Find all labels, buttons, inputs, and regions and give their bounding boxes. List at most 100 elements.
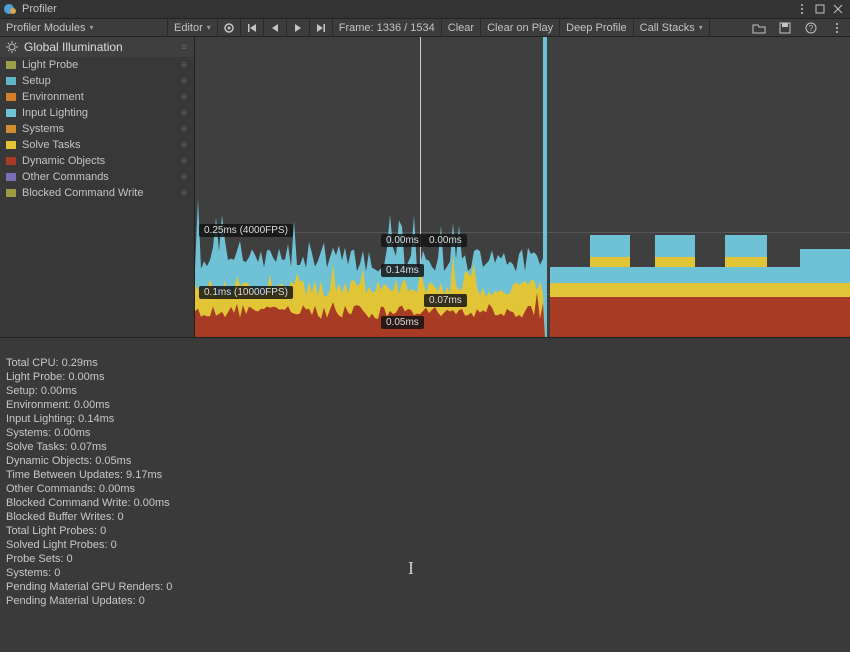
detail-row: Total CPU: 0.29ms [6,356,844,370]
open-button[interactable] [746,19,772,36]
value-label-1: 0.00ms [381,234,424,247]
detail-row: Other Commands: 0.00ms [6,482,844,496]
detail-row: Solved Light Probes: 0 [6,538,844,552]
drag-handle-icon[interactable]: ≡ [181,188,188,199]
legend-swatch [6,157,16,165]
legend-item[interactable]: Solve Tasks ≡ [0,137,194,153]
profiler-icon [4,2,18,16]
value-label-5: 0.05ms [381,316,424,329]
call-stacks-dropdown[interactable]: Call Stacks [634,19,710,36]
deep-profile-label: Deep Profile [566,22,627,34]
drag-handle-icon[interactable]: ≡ [181,124,188,135]
legend-swatch [6,173,16,181]
legend-label: Solve Tasks [22,139,81,151]
frame-counter-label: Frame: 1336 / 1534 [339,22,435,34]
drag-handle-icon[interactable]: ≡ [181,60,188,71]
detail-row: Solve Tasks: 0.07ms [6,440,844,454]
detail-row: Blocked Buffer Writes: 0 [6,510,844,524]
window-title: Profiler [22,3,57,15]
legend-label: Light Probe [22,59,78,71]
module-sidebar: Global Illumination ≡ Light Probe ≡ Setup ≡… [0,37,195,337]
deep-profile-button[interactable]: Deep Profile [560,19,634,36]
gear-icon [6,41,18,53]
module-header[interactable]: Global Illumination ≡ [0,37,194,57]
legend-swatch [6,93,16,101]
module-header-label: Global Illumination [24,40,123,54]
legend-label: Other Commands [22,171,109,183]
legend-item[interactable]: Light Probe ≡ [0,57,194,73]
legend-item[interactable]: Setup ≡ [0,73,194,89]
detail-row: Blocked Command Write: 0.00ms [6,496,844,510]
legend-item[interactable]: Environment ≡ [0,89,194,105]
save-button[interactable] [772,19,798,36]
drag-handle-icon[interactable]: ≡ [181,140,188,151]
legend-item[interactable]: Systems ≡ [0,121,194,137]
detail-row: Pending Material Updates: 0 [6,594,844,608]
profiler-modules-dropdown[interactable]: Profiler Modules [0,19,168,36]
detail-row: Pending Material GPU Renders: 0 [6,580,844,594]
legend-label: Input Lighting [22,107,88,119]
chart-svg [195,37,850,337]
detail-row: Environment: 0.00ms [6,398,844,412]
drag-handle-icon[interactable]: ≡ [181,92,188,103]
legend-swatch [6,61,16,69]
clear-button[interactable]: Clear [442,19,481,36]
grid-label-0-1ms: 0.1ms (10000FPS) [199,286,293,299]
legend-label: Environment [22,91,84,103]
attach-target-label: Editor [174,22,203,34]
legend-item[interactable]: Input Lighting ≡ [0,105,194,121]
drag-handle-icon[interactable]: ≡ [181,76,188,87]
titlebar: Profiler [0,0,850,18]
legend-swatch [6,109,16,117]
maximize-icon[interactable] [812,1,828,17]
close-icon[interactable] [830,1,846,17]
frame-last-button[interactable] [310,19,333,36]
text-cursor-icon: I [408,558,414,579]
profiler-modules-label: Profiler Modules [6,22,85,34]
profiler-chart[interactable]: 0.25ms (4000FPS) 0.1ms (10000FPS) 0.00ms… [195,37,850,337]
value-label-4: 0.07ms [424,294,467,307]
legend-item[interactable]: Dynamic Objects ≡ [0,153,194,169]
legend-label: Setup [22,75,51,87]
value-label-2: 0.00ms [424,234,467,247]
drag-handle-icon[interactable]: ≡ [181,172,188,183]
detail-row: Time Between Updates: 9.17ms [6,468,844,482]
detail-row: Systems: 0 [6,566,844,580]
detail-row: Input Lighting: 0.14ms [6,412,844,426]
svg-text:?: ? [809,24,814,33]
drag-handle-icon[interactable]: ≡ [181,42,188,53]
drag-handle-icon[interactable]: ≡ [181,156,188,167]
record-button[interactable] [218,19,241,36]
value-label-3: 0.14ms [381,264,424,277]
legend-label: Dynamic Objects [22,155,105,167]
legend-swatch [6,189,16,197]
detail-row: Probe Sets: 0 [6,552,844,566]
legend-swatch [6,77,16,85]
kebab-icon[interactable] [794,1,810,17]
detail-pane: Total CPU: 0.29msLight Probe: 0.00msSetu… [0,337,850,652]
grid-label-0-25ms: 0.25ms (4000FPS) [199,224,293,237]
drag-handle-icon[interactable]: ≡ [181,108,188,119]
context-menu-button[interactable] [824,19,850,36]
legend-label: Blocked Command Write [22,187,143,199]
detail-row: Total Light Probes: 0 [6,524,844,538]
clear-label: Clear [448,22,474,34]
legend-item[interactable]: Blocked Command Write ≡ [0,185,194,201]
clear-on-play-button[interactable]: Clear on Play [481,19,560,36]
legend-swatch [6,125,16,133]
detail-row: Systems: 0.00ms [6,426,844,440]
legend-label: Systems [22,123,64,135]
frame-next-button[interactable] [287,19,310,36]
frame-counter[interactable]: Frame: 1336 / 1534 [333,19,442,36]
detail-row: Dynamic Objects: 0.05ms [6,454,844,468]
attach-target-dropdown[interactable]: Editor [168,19,218,36]
frame-prev-button[interactable] [264,19,287,36]
legend-swatch [6,141,16,149]
clear-on-play-label: Clear on Play [487,22,553,34]
help-button[interactable]: ? [798,19,824,36]
toolbar: Profiler Modules Editor Frame: 1336 / 15… [0,18,850,37]
detail-row: Light Probe: 0.00ms [6,370,844,384]
frame-first-button[interactable] [241,19,264,36]
legend-item[interactable]: Other Commands ≡ [0,169,194,185]
detail-row: Setup: 0.00ms [6,384,844,398]
